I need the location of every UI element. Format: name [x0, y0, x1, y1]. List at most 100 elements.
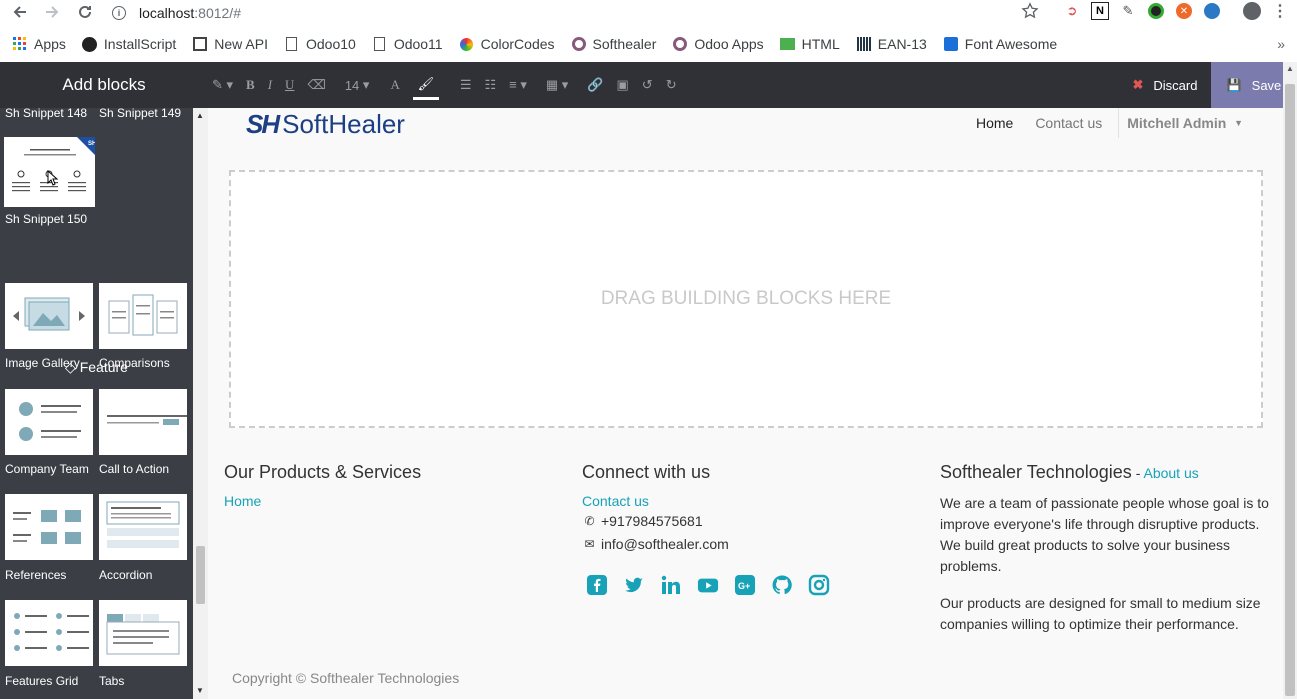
bookmark-apps[interactable]: Apps — [12, 36, 66, 52]
extension-pen-icon[interactable]: ✎ — [1119, 2, 1137, 20]
align-icon[interactable]: ≡ ▾ — [509, 70, 527, 100]
instagram-icon[interactable] — [808, 574, 830, 596]
user-menu[interactable]: Mitchell Admin ▼ — [1118, 108, 1243, 138]
github-icon[interactable] — [771, 574, 793, 596]
footer-about-text-2: Our products are designed for small to m… — [940, 595, 1261, 632]
color-wheel-icon — [459, 36, 475, 52]
close-icon: ✖ — [1132, 77, 1144, 92]
extension-arrow-icon[interactable]: ➲ — [1063, 2, 1081, 20]
linkedin-icon[interactable] — [660, 574, 682, 596]
bookmarks-more-icon[interactable]: » — [1277, 36, 1285, 52]
extension-gauge-icon[interactable] — [1147, 2, 1165, 20]
bookmark-colorcodes[interactable]: ColorCodes — [459, 36, 555, 52]
bookmark-odoo11[interactable]: Odoo11 — [372, 36, 443, 52]
panel-scrollbar-thumb[interactable] — [196, 546, 205, 604]
block-image-gallery-thumbnail[interactable] — [5, 283, 93, 349]
bookmark-ean13[interactable]: EAN-13 — [856, 36, 927, 52]
block-tabs-thumbnail[interactable] — [99, 600, 187, 666]
link-icon[interactable]: 🔗 — [587, 70, 603, 100]
menu-dots-icon[interactable]: ⋮ — [1271, 2, 1289, 20]
extension-n-icon[interactable]: N — [1091, 2, 1109, 20]
extension-close-icon[interactable]: ✕ — [1175, 2, 1193, 20]
twitter-icon[interactable] — [623, 574, 645, 596]
facebook-icon[interactable] — [586, 574, 608, 596]
footer-home-link[interactable]: Home — [224, 493, 421, 509]
block-references-thumbnail[interactable] — [5, 494, 93, 560]
footer-contact-link[interactable]: Contact us — [582, 493, 729, 509]
page-icon — [372, 36, 388, 52]
url-path: :8012/# — [194, 5, 241, 21]
extension-globe-icon[interactable] — [1203, 2, 1221, 20]
bookmark-softhealer[interactable]: Softhealer — [571, 36, 656, 52]
image-icon[interactable]: ▣ — [616, 70, 628, 100]
forward-arrow-icon[interactable] — [38, 0, 66, 24]
add-blocks-title: Add blocks — [0, 62, 208, 108]
block-call-to-action-label[interactable]: Call to Action — [99, 462, 169, 476]
block-company-team-label[interactable]: Company Team — [5, 462, 89, 476]
footer-email[interactable]: ✉ info@softhealer.com — [582, 533, 728, 554]
block-features-grid-label[interactable]: Features Grid — [5, 674, 78, 688]
block-accordion-label[interactable]: Accordion — [99, 568, 152, 582]
site-footer: Our Products & Services Home Connect wit… — [208, 448, 1283, 699]
block-comparisons-label[interactable]: Comparisons — [99, 356, 170, 370]
block-tabs-label[interactable]: Tabs — [99, 674, 124, 688]
bookmark-odoo-apps[interactable]: Odoo Apps — [672, 36, 764, 52]
italic-icon[interactable]: I — [268, 70, 272, 100]
bookmark-html[interactable]: HTML — [780, 36, 840, 52]
profile-icon[interactable] — [1243, 2, 1261, 20]
magic-style-icon[interactable]: ✎ ▾ — [212, 70, 233, 100]
eraser-icon[interactable]: ⌫ — [307, 70, 325, 100]
page-scroll-up-arrow-icon[interactable]: ▲ — [1286, 64, 1294, 73]
discard-button[interactable]: ✖ Discard — [1119, 62, 1211, 108]
svg-text:G+: G+ — [738, 581, 750, 591]
font-color-icon[interactable]: A — [390, 70, 399, 100]
copyright-text: Copyright © Softhealer Technologies — [232, 670, 460, 686]
bold-icon[interactable]: B — [246, 70, 255, 100]
snippet-148-label[interactable]: Sh Snippet 148 — [5, 108, 87, 120]
block-call-to-action-thumbnail[interactable] — [99, 389, 187, 455]
reload-icon[interactable] — [71, 0, 99, 24]
scroll-down-arrow-icon[interactable]: ▼ — [196, 686, 204, 695]
undo-icon[interactable]: ↺ — [642, 70, 653, 100]
block-references-label[interactable]: References — [5, 568, 66, 582]
snippet-149-label[interactable]: Sh Snippet 149 — [99, 108, 181, 120]
scroll-up-arrow-icon[interactable]: ▲ — [196, 111, 204, 120]
footer-connect-column: Connect with us Contact us ✆ +91798457568… — [582, 462, 729, 556]
youtube-icon[interactable] — [697, 574, 719, 596]
page-scrollbar[interactable]: ▲ — [1283, 62, 1297, 699]
footer-products-title: Our Products & Services — [224, 462, 422, 482]
bookmark-odoo10[interactable]: Odoo10 — [284, 36, 356, 52]
star-icon[interactable] — [1021, 2, 1039, 20]
bookmark-new-api[interactable]: New API — [192, 36, 268, 52]
nav-home-link[interactable]: Home — [976, 115, 1013, 131]
panel-scrollbar[interactable]: ▲ ▼ — [193, 108, 208, 699]
table-icon[interactable]: ▦ ▾ — [546, 70, 568, 100]
font-size-select[interactable]: 14 ▾ — [345, 70, 370, 100]
address-bar[interactable]: i localhost:8012/# — [112, 2, 241, 24]
block-comparisons-thumbnail[interactable] — [99, 283, 187, 349]
footer-about-link[interactable]: About us — [1143, 465, 1198, 481]
nav-contact-link[interactable]: Contact us — [1035, 115, 1102, 131]
snippet-150-label[interactable]: Sh Snippet 150 — [5, 212, 87, 226]
info-icon[interactable]: i — [112, 6, 126, 20]
bookmark-installscript[interactable]: InstallScript — [82, 36, 176, 52]
book-icon — [192, 36, 208, 52]
google-plus-icon[interactable]: G+ — [734, 574, 756, 596]
redo-icon[interactable]: ↻ — [666, 70, 677, 100]
underline-icon[interactable]: U — [285, 70, 294, 100]
page-scrollbar-thumb[interactable] — [1285, 84, 1295, 696]
block-accordion-thumbnail[interactable] — [99, 494, 187, 560]
snippet-150-thumbnail[interactable]: SH — [4, 137, 96, 207]
bullet-list-icon[interactable]: ☰ — [460, 70, 472, 100]
softhealer-logo[interactable]: SH SoftHealer — [246, 109, 405, 140]
apps-grid-icon — [12, 36, 28, 52]
bookmark-font-awesome[interactable]: Font Awesome — [943, 36, 1057, 52]
caret-down-icon: ▼ — [1234, 118, 1243, 128]
block-image-gallery-label[interactable]: Image Gallery — [5, 356, 80, 370]
brush-icon[interactable]: 🖌 — [412, 70, 439, 100]
back-arrow-icon[interactable] — [6, 0, 34, 24]
numbered-list-icon[interactable]: ☷ — [484, 70, 496, 100]
block-company-team-thumbnail[interactable] — [5, 389, 93, 455]
drop-zone[interactable]: DRAG BUILDING BLOCKS HERE — [229, 170, 1263, 428]
block-features-grid-thumbnail[interactable] — [5, 600, 93, 666]
